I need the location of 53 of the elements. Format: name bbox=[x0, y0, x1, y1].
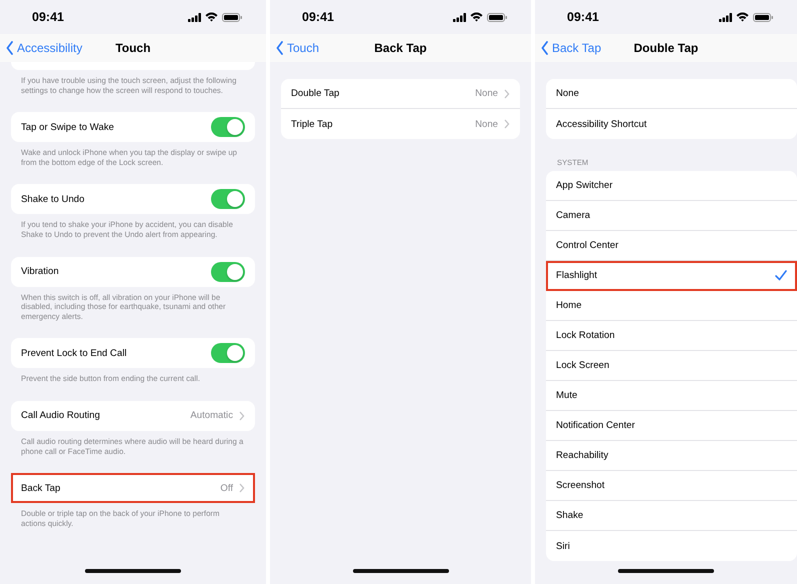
option-row[interactable]: Reachability bbox=[546, 441, 797, 471]
back-chevron-icon bbox=[541, 41, 549, 55]
option-row[interactable]: Screenshot bbox=[546, 471, 797, 501]
option-row[interactable]: Accessibility Shortcut bbox=[546, 109, 797, 139]
back-chevron-icon bbox=[6, 41, 14, 55]
chevron-icon bbox=[504, 119, 510, 129]
option-row[interactable]: Mute bbox=[546, 381, 797, 411]
option-row[interactable]: Lock Rotation bbox=[546, 321, 797, 351]
back-button[interactable]: Back Tap bbox=[541, 41, 602, 55]
toggle-switch[interactable] bbox=[211, 262, 245, 282]
signal-icon bbox=[188, 12, 201, 22]
toggle-switch[interactable] bbox=[211, 189, 245, 210]
wifi-icon bbox=[470, 12, 483, 22]
wifi-icon bbox=[205, 12, 218, 22]
back-button[interactable]: Touch bbox=[276, 41, 320, 55]
option-row[interactable]: Camera bbox=[546, 201, 797, 231]
option-row[interactable]: Home bbox=[546, 291, 797, 321]
nav-title: Back Tap bbox=[374, 41, 427, 55]
setting-label: Shake to Undo bbox=[21, 194, 86, 205]
chevron-icon bbox=[239, 410, 245, 421]
battery-icon bbox=[487, 12, 507, 22]
option-row[interactable]: Notification Center bbox=[546, 411, 797, 441]
option-row[interactable]: Control Center bbox=[546, 231, 797, 261]
setting-label: Tap or Swipe to Wake bbox=[21, 122, 115, 133]
status-time: 09:41 bbox=[32, 10, 64, 24]
setting-label: Vibration bbox=[21, 266, 60, 278]
option-row[interactable]: Flashlight bbox=[546, 261, 797, 291]
option-row[interactable]: Shake bbox=[546, 501, 797, 531]
status-time: 09:41 bbox=[302, 10, 334, 24]
toggle-switch[interactable] bbox=[211, 343, 245, 364]
wifi-icon bbox=[736, 12, 749, 22]
option-row[interactable]: Lock Screen bbox=[546, 351, 797, 381]
back-button[interactable]: Accessibility bbox=[6, 41, 82, 55]
chevron-icon bbox=[504, 88, 510, 98]
settings-row[interactable]: Call Audio Routing Automatic bbox=[11, 400, 255, 431]
nav-title: Double Tap bbox=[634, 41, 698, 55]
nav-title: Touch bbox=[115, 41, 151, 55]
chevron-icon bbox=[239, 483, 245, 494]
checkmark-icon bbox=[775, 270, 787, 281]
back-chevron-icon bbox=[276, 41, 284, 55]
option-row[interactable]: App Switcher bbox=[546, 171, 797, 201]
signal-icon bbox=[719, 12, 732, 22]
status-time: 09:41 bbox=[567, 10, 599, 24]
toggle-switch[interactable] bbox=[211, 117, 245, 138]
setting-label: Prevent Lock to End Call bbox=[21, 348, 128, 359]
option-row[interactable]: Siri bbox=[546, 531, 797, 561]
signal-icon bbox=[453, 12, 466, 22]
option-row[interactable]: None bbox=[546, 79, 797, 109]
settings-row[interactable]: Double Tap None bbox=[281, 79, 520, 109]
settings-row[interactable]: Triple Tap None bbox=[281, 109, 520, 139]
settings-row[interactable]: Back Tap Off bbox=[11, 473, 255, 504]
battery-icon bbox=[222, 12, 242, 22]
battery-icon bbox=[753, 12, 773, 22]
